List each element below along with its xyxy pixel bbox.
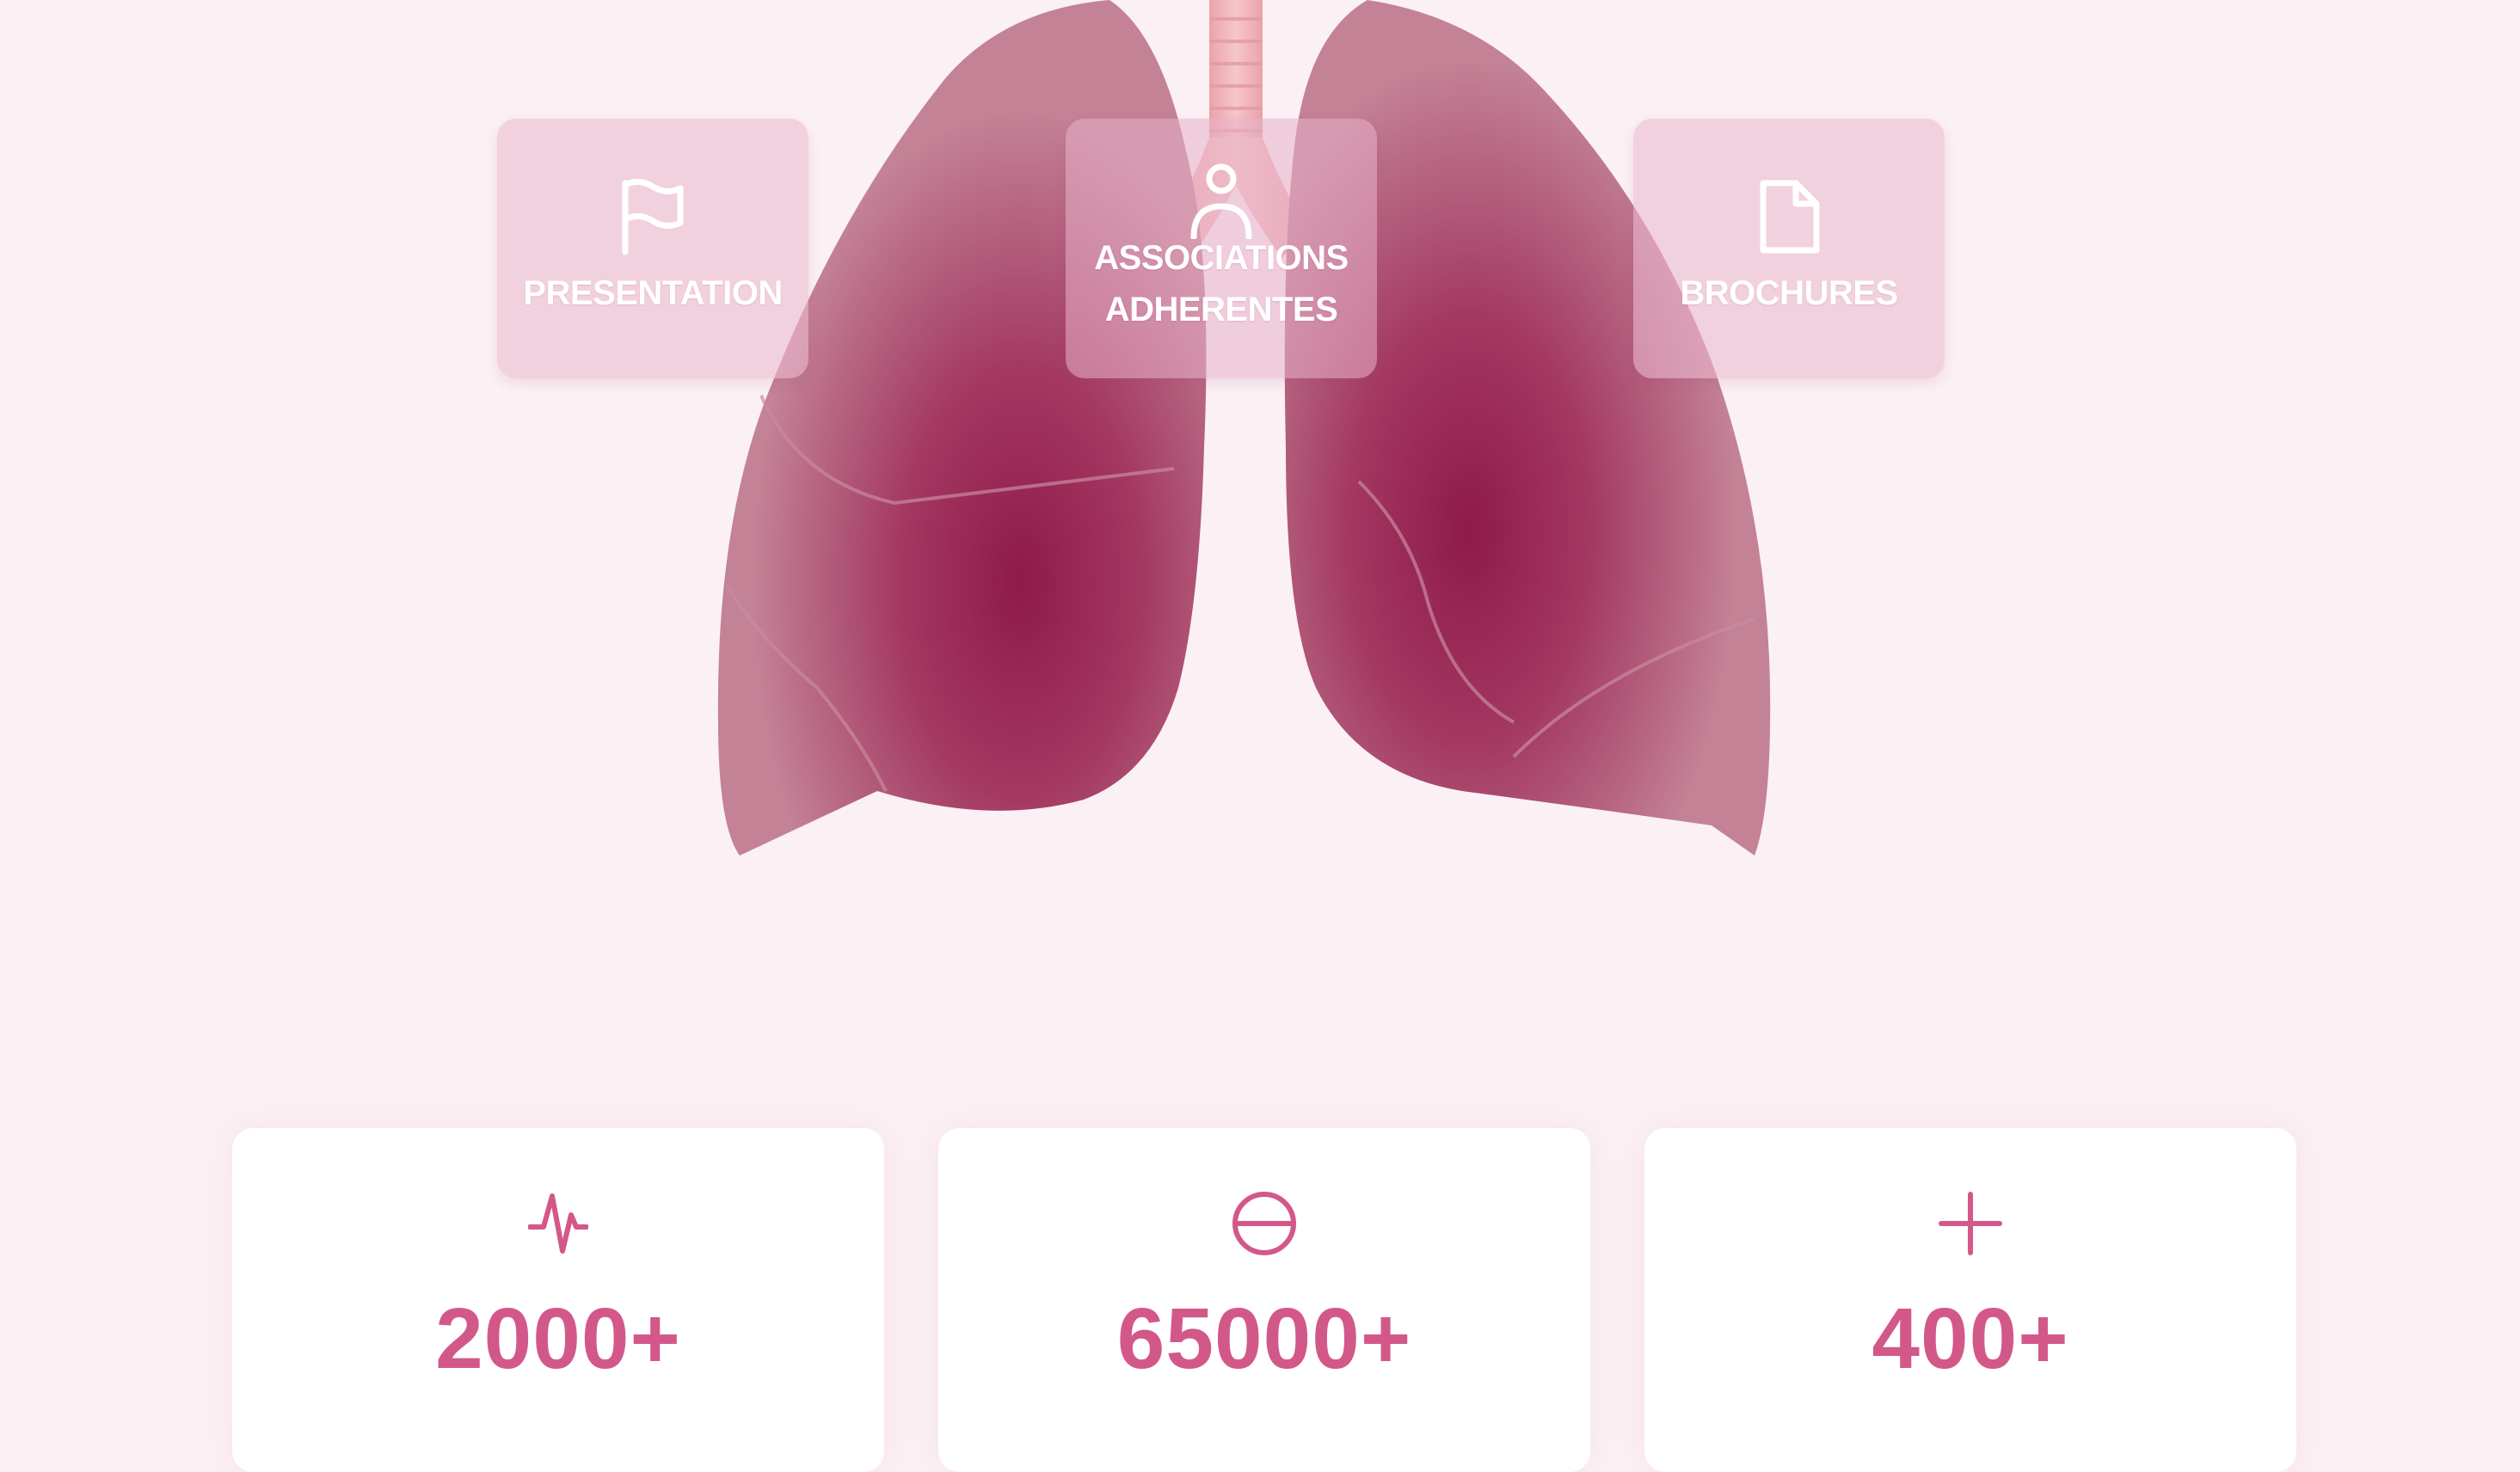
pulse-icon <box>528 1185 588 1262</box>
nav-card-label: PRESENTATION <box>523 274 783 312</box>
nav-card-associations[interactable]: ASSOCIATIONS ADHERENTES <box>1066 119 1377 378</box>
document-icon <box>1755 178 1823 255</box>
minus-circle-icon <box>1230 1185 1299 1262</box>
nav-card-presentation[interactable]: PRESENTATION <box>497 119 808 378</box>
stat-value: 2000+ <box>435 1291 681 1387</box>
nav-card-label: BROCHURES <box>1680 274 1898 312</box>
stat-card: 400+ <box>1644 1128 2296 1472</box>
nav-card-brochures[interactable]: BROCHURES <box>1633 119 1945 378</box>
stat-value: 65000+ <box>1116 1291 1412 1387</box>
stat-card: 2000+ <box>232 1128 884 1472</box>
stat-card: 65000+ <box>938 1128 1590 1472</box>
plus-icon <box>1938 1185 2003 1262</box>
nav-card-label: ASSOCIATIONS ADHERENTES <box>1094 239 1349 328</box>
stat-value: 400+ <box>1872 1291 2069 1387</box>
user-icon <box>1187 162 1256 239</box>
flag-icon <box>618 178 687 255</box>
